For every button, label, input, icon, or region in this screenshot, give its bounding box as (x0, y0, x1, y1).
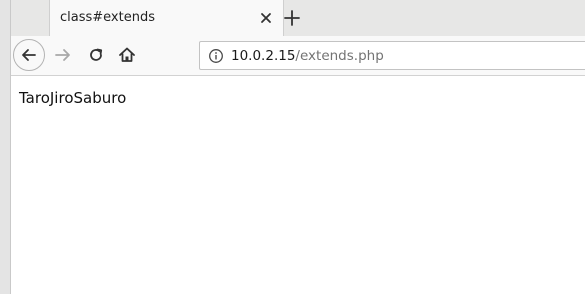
url-path: /extends.php (295, 48, 384, 64)
window-left-edge (0, 0, 11, 294)
close-icon[interactable] (257, 9, 275, 27)
info-icon[interactable] (208, 48, 224, 64)
home-icon[interactable] (117, 45, 137, 65)
browser-window: class#extends 10.0.2.15/extends.php Taro… (0, 0, 585, 294)
url-bar[interactable]: 10.0.2.15/extends.php (199, 41, 585, 70)
plus-icon[interactable] (281, 7, 303, 29)
arrow-right-icon[interactable] (53, 45, 73, 65)
navigation-toolbar: 10.0.2.15/extends.php (11, 36, 585, 76)
arrow-left-icon (22, 49, 36, 61)
tab-active[interactable]: class#extends (49, 0, 284, 36)
tab-strip: class#extends (11, 0, 585, 36)
page-body-text: TaroJiroSaburo (19, 89, 127, 107)
tab-title: class#extends (60, 10, 155, 25)
back-button[interactable] (13, 39, 45, 71)
page-content: TaroJiroSaburo (11, 76, 585, 294)
url-host: 10.0.2.15 (231, 48, 296, 64)
url-text[interactable]: 10.0.2.15/extends.php (231, 48, 384, 64)
reload-icon[interactable] (86, 45, 106, 65)
